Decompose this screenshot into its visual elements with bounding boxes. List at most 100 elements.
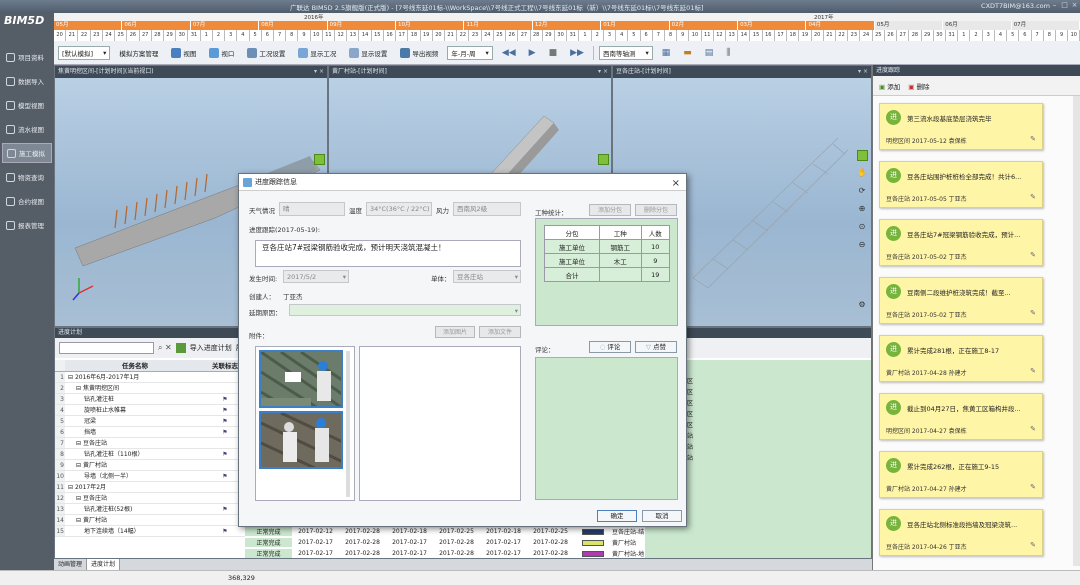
sidebar-item-5[interactable]: 物资查询 (2, 167, 52, 187)
day-label[interactable]: 19 (799, 30, 812, 41)
table-row[interactable]: 施工单位 木工 9 (544, 253, 671, 268)
day-label[interactable]: 10 (311, 30, 323, 41)
collapse-icon[interactable]: ⊟ (76, 385, 83, 392)
day-label[interactable]: 4 (616, 30, 629, 41)
table-row[interactable]: 正常完成 2017-02-17 2017-02-28 2017-02-17 2017-0… (245, 548, 644, 559)
day-label[interactable]: 3 (983, 30, 995, 41)
day-label[interactable]: 15 (750, 30, 763, 41)
day-label[interactable]: 18 (408, 30, 421, 41)
progress-card[interactable]: 进豆各庄站北侧标准段挡墙及冠梁浇筑... 豆各庄站 2017-04-26 丁亚杰 ✎ (879, 509, 1043, 556)
day-label[interactable]: 20 (812, 30, 824, 41)
select-tool-icon[interactable] (857, 150, 868, 161)
user-account[interactable]: CXDT7BIM@163.com (981, 2, 1050, 10)
day-label[interactable]: 21 (445, 30, 458, 41)
day-label[interactable]: 24 (482, 30, 494, 41)
day-label[interactable]: 29 (543, 30, 555, 41)
paperclip-icon[interactable]: ✎ (1030, 251, 1036, 259)
day-label[interactable]: 7 (274, 30, 287, 41)
day-label[interactable]: 6 (262, 30, 274, 41)
site-photo-2[interactable] (259, 411, 343, 469)
table-row[interactable]: 1 ⊟ 2016年6月-2017年1月 (55, 372, 245, 383)
progress-card[interactable]: 进豆各庄站7#冠梁钢筋验收完成，预计... 豆各庄站 2017-05-02 丁亚杰… (879, 219, 1043, 266)
collapse-icon[interactable]: ⊟ (68, 484, 75, 491)
table-row[interactable]: 7 ⊟ 豆各庄站 (55, 438, 245, 449)
pan-hand-icon[interactable]: ✋ (855, 168, 869, 181)
ok-button[interactable]: 确定 (597, 510, 637, 522)
paperclip-icon[interactable]: ✎ (1030, 309, 1036, 317)
day-label[interactable]: 25 (115, 30, 128, 41)
progress-card[interactable]: 进豆各庄站围护桩桩检全部完成！共计6... 豆各庄站 2017-05-05 丁亚杰… (879, 161, 1043, 208)
day-label[interactable]: 24 (103, 30, 116, 41)
paperclip-icon[interactable]: ✎ (1030, 483, 1036, 491)
day-label[interactable]: 23 (91, 30, 103, 41)
image-list-scrollbar[interactable] (346, 351, 350, 497)
comment-area[interactable] (535, 357, 678, 500)
day-label[interactable]: 22 (836, 30, 849, 41)
day-label[interactable]: 31 (946, 30, 959, 41)
table-row[interactable]: 14 ⊟ 黄厂村站 (55, 515, 245, 526)
minimize-button[interactable]: – (1050, 1, 1059, 10)
day-label[interactable]: 7 (653, 30, 665, 41)
day-label[interactable]: 25 (873, 30, 885, 41)
day-label[interactable]: 26 (127, 30, 140, 41)
table-row[interactable]: 5 冠梁 ⚑ (55, 416, 245, 427)
close-icon[interactable]: × (672, 175, 680, 192)
rewind-icon[interactable]: ◀◀ (498, 45, 520, 61)
day-label[interactable]: 4 (237, 30, 250, 41)
day-label[interactable]: 26 (506, 30, 519, 41)
table-row[interactable]: 12 ⊟ 豆各庄站 (55, 493, 245, 504)
table-row[interactable]: 施工单位 钢筋工 10 (544, 239, 671, 254)
zoom-out-icon[interactable]: ⊖ (855, 240, 869, 253)
paperclip-icon[interactable]: ✎ (1030, 425, 1036, 433)
day-label[interactable]: 3 (225, 30, 238, 41)
day-label[interactable]: 23 (848, 30, 861, 41)
table-row[interactable]: 11 ⊟ 2017年2月 (55, 482, 245, 493)
day-label[interactable]: 13 (347, 30, 360, 41)
view-button[interactable]: 视图 (167, 45, 200, 61)
collapse-icon[interactable]: ⊟ (76, 495, 83, 502)
day-label[interactable]: 30 (934, 30, 946, 41)
timeline-ruler[interactable]: 2016年 2017年 05月 06月 07月 08月 09月 10月 11月 12月 01月 0… (54, 13, 1080, 41)
day-label[interactable]: 17 (775, 30, 788, 41)
close-icon[interactable]: ▾ × (598, 66, 608, 78)
day-label[interactable]: 8 (286, 30, 299, 41)
day-label[interactable]: 9 (1056, 30, 1069, 41)
day-label[interactable]: 20 (433, 30, 445, 41)
select-tool-icon[interactable] (314, 154, 325, 165)
ruler-icon[interactable]: ▬ (679, 45, 696, 61)
sidebar-item-6[interactable]: 合约视图 (2, 191, 52, 211)
table-row[interactable]: 2 ⊟ 焦黄明挖区间 (55, 383, 245, 394)
tab-animation[interactable]: 动画管理 (54, 559, 88, 570)
table-row[interactable]: 8 钻孔灌注桩（110根） ⚑ (55, 449, 245, 460)
day-label[interactable]: 8 (1044, 30, 1056, 41)
day-label[interactable]: 19 (421, 30, 433, 41)
stop-icon[interactable]: ■ (545, 45, 562, 61)
day-label[interactable]: 17 (396, 30, 409, 41)
day-label[interactable]: 21 (824, 30, 836, 41)
delete-tracking-button[interactable]: ▣ 删除 (908, 81, 929, 91)
day-label[interactable]: 18 (787, 30, 800, 41)
day-label[interactable]: 2 (970, 30, 983, 41)
tracking-text-area[interactable]: 豆各庄站7#冠梁钢筋验收完成，预计明天浇筑混凝土！ (255, 240, 521, 267)
tab-schedule[interactable]: 进度计划 (87, 559, 121, 570)
collapse-icon[interactable]: ⊟ (76, 517, 83, 524)
viewport-button[interactable]: 视口 (205, 45, 238, 61)
day-label[interactable]: 6 (1019, 30, 1032, 41)
table-row[interactable]: 15 地下连续墙（14幅） ⚑ (55, 526, 245, 537)
time-field[interactable]: 2017/5/2 ▾ (283, 270, 349, 283)
day-label[interactable]: 12 (714, 30, 727, 41)
day-label[interactable]: 14 (359, 30, 372, 41)
settings-icon[interactable]: ⚙ (855, 300, 869, 313)
table-row[interactable]: 4 旋喷桩止水帷幕 ⚑ (55, 405, 245, 416)
play-icon[interactable]: ▶ (525, 45, 540, 61)
comment-button[interactable]: ◌ 评论 (589, 341, 631, 353)
day-label[interactable]: 2 (592, 30, 604, 41)
progress-card[interactable]: 进累计完成262根，正在施工9-15 黄厂村站 2017-04-27 孙建才 ✎ (879, 451, 1043, 498)
show-work-button[interactable]: 显示工况 (294, 45, 340, 61)
sidebar-item-4[interactable]: 施工模拟 (2, 143, 52, 163)
day-label[interactable]: 21 (66, 30, 79, 41)
day-label[interactable]: 12 (335, 30, 348, 41)
like-button[interactable]: ▽ 点赞 (635, 341, 677, 353)
time-unit-select[interactable]: 年-月-周 ▾ (447, 45, 493, 60)
day-label[interactable]: 8 (665, 30, 678, 41)
